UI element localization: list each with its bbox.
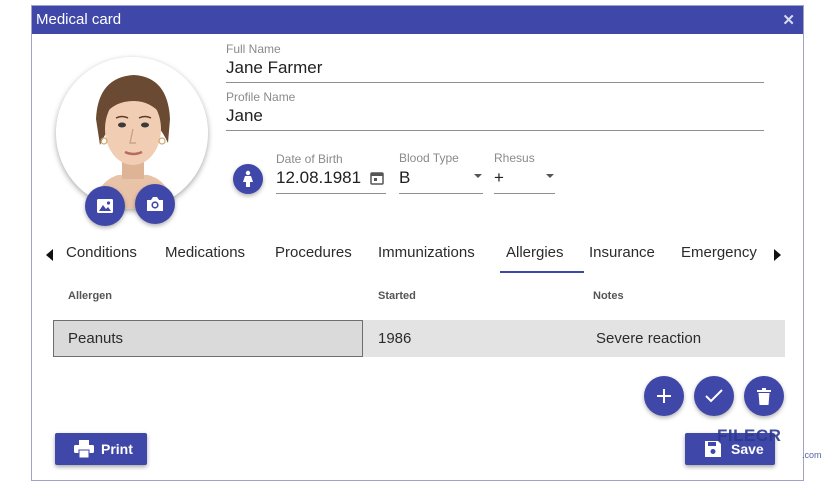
dob-label: Date of Birth — [276, 152, 343, 166]
printer-icon — [74, 440, 94, 458]
female-icon — [243, 170, 253, 187]
chevron-down-icon[interactable] — [546, 174, 554, 178]
add-button[interactable] — [644, 376, 684, 416]
choose-image-button[interactable] — [85, 186, 125, 226]
tab-insurance[interactable]: Insurance — [589, 244, 655, 261]
window-title: Medical card — [36, 11, 122, 28]
tab-emergency[interactable]: Emergency — [681, 244, 757, 261]
tab-conditions[interactable]: Conditions — [66, 244, 137, 261]
trash-icon — [757, 387, 771, 405]
tab-scroll-left-icon[interactable] — [46, 249, 53, 261]
avatar — [56, 57, 208, 209]
profile-name-field[interactable]: Jane — [226, 106, 263, 126]
watermark-suffix: .com — [802, 450, 822, 460]
tab-medications[interactable]: Medications — [165, 244, 245, 261]
column-header-started[interactable]: Started — [378, 290, 416, 302]
tab-allergies[interactable]: Allergies — [506, 244, 564, 261]
delete-button[interactable] — [744, 376, 784, 416]
calendar-icon[interactable] — [370, 171, 384, 190]
confirm-button[interactable] — [694, 376, 734, 416]
rhesus-label: Rhesus — [494, 151, 535, 165]
title-bar: Medical card ✕ — [32, 6, 803, 34]
column-header-allergen[interactable]: Allergen — [68, 290, 112, 302]
close-icon[interactable]: ✕ — [782, 11, 795, 29]
tab-immunizations[interactable]: Immunizations — [378, 244, 475, 261]
check-icon — [705, 389, 723, 403]
profile-name-label: Profile Name — [226, 90, 296, 104]
camera-button[interactable] — [135, 184, 175, 224]
portrait-photo — [56, 57, 208, 209]
chevron-down-icon[interactable] — [474, 174, 482, 178]
rhesus-underline — [494, 193, 555, 194]
cell-allergen[interactable]: Peanuts — [68, 330, 123, 347]
watermark-logo: FILECR — [717, 426, 782, 445]
dob-field[interactable]: 12.08.1981 — [276, 168, 361, 188]
tab-scroll-right-icon[interactable] — [774, 249, 781, 261]
cell-notes[interactable]: Severe reaction — [596, 330, 701, 347]
rhesus-select[interactable]: + — [494, 168, 504, 188]
blood-type-label: Blood Type — [399, 151, 459, 165]
active-tab-indicator — [500, 271, 584, 273]
dob-underline — [276, 193, 386, 194]
plus-icon — [657, 389, 671, 403]
full-name-label: Full Name — [226, 42, 281, 56]
cell-started[interactable]: 1986 — [378, 330, 411, 347]
print-button-label: Print — [101, 441, 133, 457]
print-button[interactable]: Print — [55, 433, 147, 465]
column-header-notes[interactable]: Notes — [593, 290, 624, 302]
full-name-field[interactable]: Jane Farmer — [226, 58, 322, 78]
full-name-underline — [226, 82, 764, 83]
camera-icon — [147, 197, 163, 211]
medical-card-window: Medical card ✕ Full Name Jane Farmer Pro… — [31, 5, 822, 481]
tab-procedures[interactable]: Procedures — [275, 244, 352, 261]
blood-type-underline — [399, 193, 483, 194]
gender-button[interactable] — [233, 164, 263, 194]
blood-type-select[interactable]: B — [399, 168, 410, 188]
profile-name-underline — [226, 130, 764, 131]
image-icon — [97, 199, 113, 213]
